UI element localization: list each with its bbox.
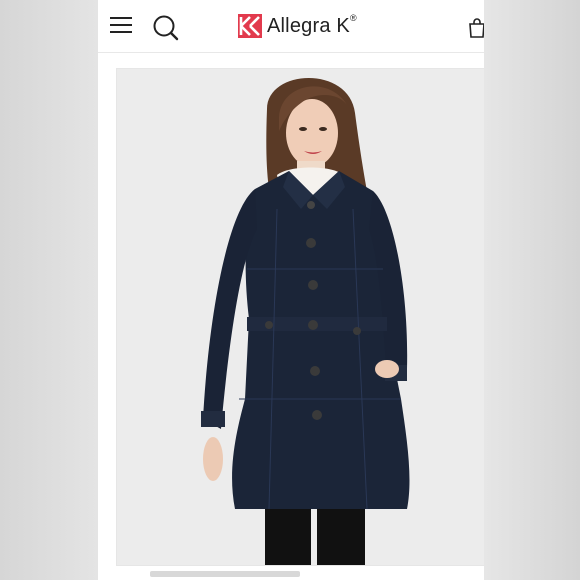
shopping-bag-icon[interactable] — [468, 18, 484, 38]
brand-name: Allegra K — [267, 14, 350, 37]
left-backdrop — [0, 0, 98, 580]
phone-screen: Allegra K ® — [98, 0, 484, 580]
right-backdrop — [484, 0, 580, 580]
bottom-text-strip — [98, 566, 484, 580]
search-icon[interactable] — [152, 14, 180, 42]
brand-mark-icon — [238, 14, 262, 38]
brand-logo[interactable]: Allegra K ® — [238, 12, 357, 40]
hamburger-menu-icon[interactable] — [110, 16, 134, 34]
product-photo — [117, 69, 484, 565]
product-image[interactable] — [116, 68, 484, 566]
top-navigation-bar: Allegra K ® — [98, 0, 484, 53]
registered-mark: ® — [349, 13, 357, 23]
